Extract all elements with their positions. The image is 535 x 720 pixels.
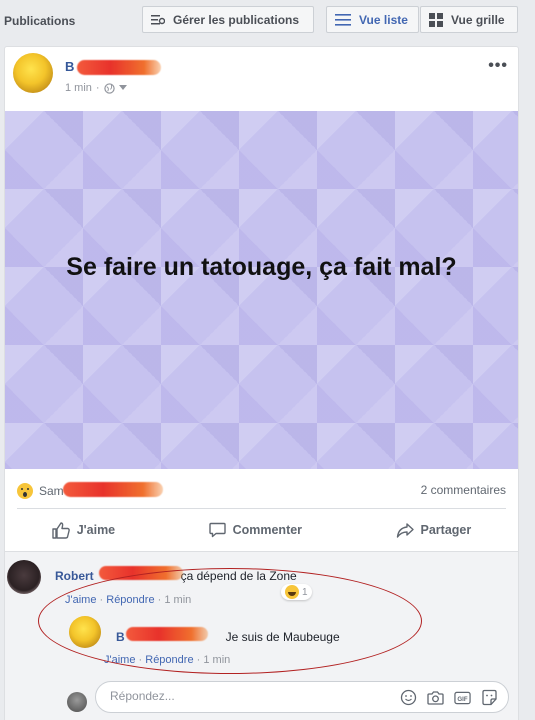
comment-time[interactable]: 1 min [164,594,191,606]
redacted-commenter-surname [99,566,183,580]
camera-icon[interactable] [427,689,444,706]
reply-like-link[interactable]: J'aime [104,654,135,666]
more-options-icon[interactable]: ••• [488,57,508,75]
reply-actions: J'aime · Répondre · 1 min [104,654,230,666]
redacted-reactor-name [63,482,163,497]
redacted-reply-author [126,627,208,641]
post-actions: J'aime Commenter Partager [5,515,518,545]
sticker-icon[interactable] [481,689,498,706]
post-card: B 1 min · ••• Se faire un tatouage, ça f… [4,46,519,720]
reply-input[interactable] [110,689,380,703]
reactor-name: Sam [39,484,64,498]
redacted-name [77,60,161,75]
manage-icon [151,14,165,24]
share-label: Partager [420,523,472,537]
list-view-label: Vue liste [359,12,408,27]
comment-reaction-badge[interactable]: 1 [281,584,312,600]
author-initial: B [65,59,75,74]
gif-icon[interactable]: GIF [454,689,471,706]
post-background: Se faire un tatouage, ça fait mal? [5,111,518,469]
commenter-name[interactable]: Robert [55,569,94,583]
comment-icon [208,522,226,538]
comment-text: ça dépend de la Zone [180,569,297,583]
audience-chevron-icon[interactable] [118,85,127,91]
share-button[interactable]: Partager [396,522,472,538]
share-icon [396,522,414,538]
top-bar: Publications Gérer les publications Vue … [0,0,535,42]
comment-reaction-count: 1 [302,586,308,598]
reply-input-icons: GIF [400,689,498,706]
manage-posts-label: Gérer les publications [173,12,300,27]
post-text: Se faire un tatouage, ça fait mal? [66,253,457,281]
grid-view-button[interactable]: Vue grille [420,6,518,33]
comment-button[interactable]: Commenter [208,522,303,538]
reactions-summary[interactable]: Sam [17,483,64,499]
reply-box: GIF [95,681,509,713]
comment-label: Commenter [232,523,303,537]
list-view-button[interactable]: Vue liste [326,6,419,33]
separator-dot: · [95,82,100,94]
globe-icon[interactable] [103,82,115,94]
thumbs-up-icon [52,521,70,539]
manage-posts-button[interactable]: Gérer les publications [142,6,314,33]
emoji-icon[interactable] [400,689,417,706]
author-avatar[interactable] [13,53,53,93]
post-meta: 1 min · [65,82,127,94]
wow-reaction-icon [17,483,33,499]
current-user-avatar [67,692,87,712]
reply-reply-link[interactable]: Répondre [145,654,193,666]
reply-author-name[interactable]: B [116,630,125,644]
comment-count[interactable]: 2 commentaires [421,483,506,497]
comment-reply-link[interactable]: Répondre [106,594,154,606]
svg-text:GIF: GIF [457,695,467,702]
post-time[interactable]: 1 min [65,82,92,94]
commenter-avatar[interactable] [7,560,41,594]
grid-view-label: Vue grille [451,12,505,27]
divider [17,508,506,509]
laugh-reaction-icon [285,585,299,599]
reply-time[interactable]: 1 min [203,654,230,666]
comment-actions: J'aime · Répondre · 1 min [65,594,191,606]
list-icon [335,13,351,26]
like-button[interactable]: J'aime [52,521,116,539]
reply-text: Je suis de Maubeuge [225,630,340,644]
author-name[interactable]: B [65,59,74,74]
reply-author-avatar[interactable] [69,616,101,648]
grid-icon [429,12,443,27]
page-title: Publications [4,14,76,28]
comment-like-link[interactable]: J'aime [65,594,96,606]
like-label: J'aime [76,523,116,537]
